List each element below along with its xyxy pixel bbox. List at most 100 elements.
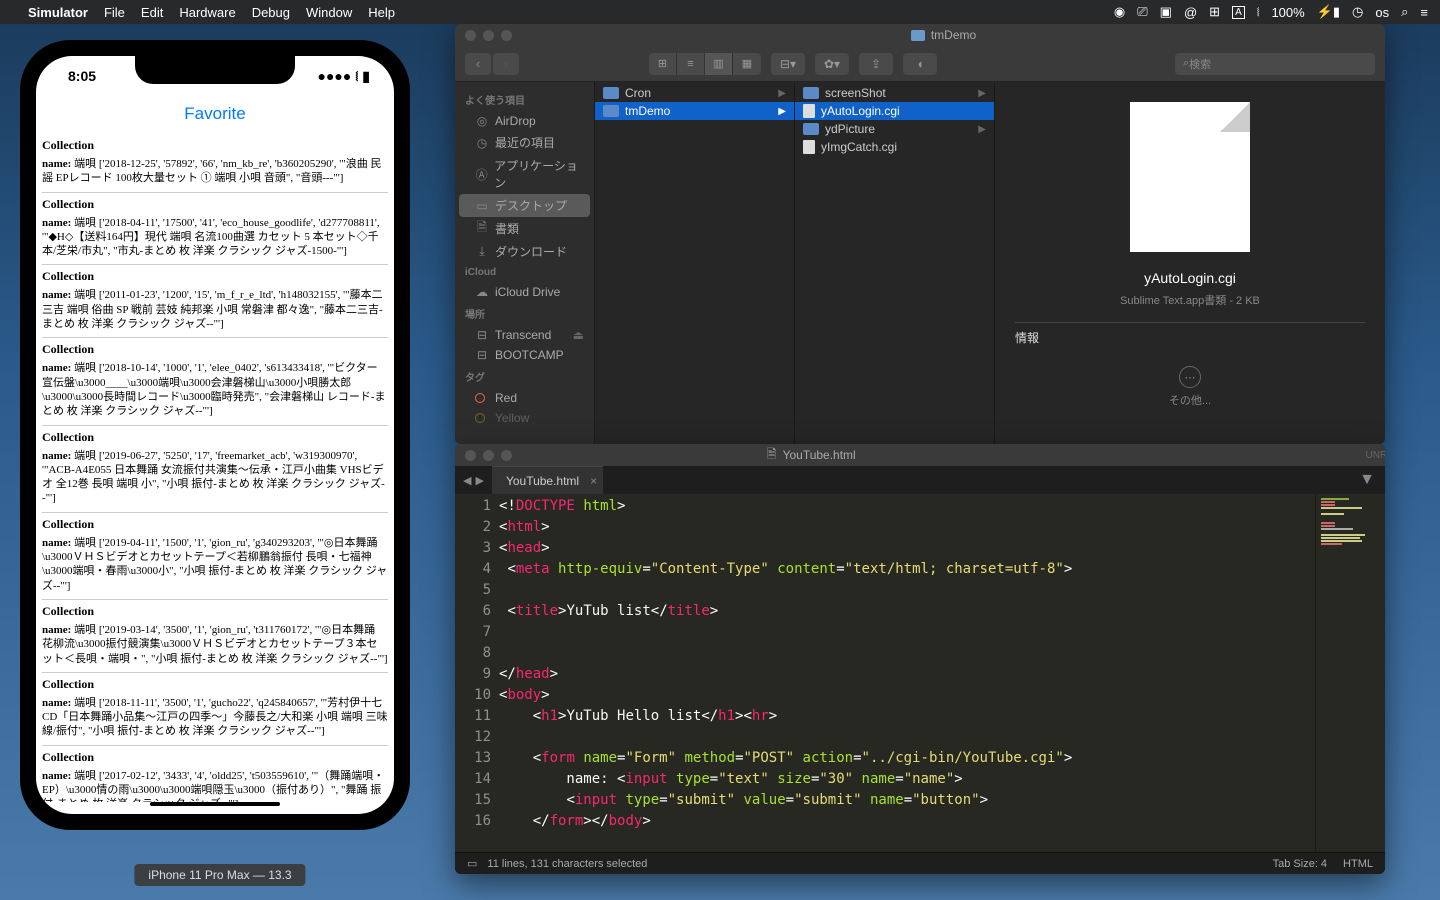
column-item[interactable]: screenShot▶ bbox=[795, 84, 994, 102]
at-icon[interactable]: @ bbox=[1184, 5, 1197, 20]
column-item[interactable]: yImgCatch.cgi bbox=[795, 138, 994, 156]
battery-icon[interactable]: ⚡▮ bbox=[1317, 4, 1340, 20]
sidebar-desktop[interactable]: ▭デスクトップ bbox=[459, 194, 590, 217]
nav-title: Favorite bbox=[36, 96, 394, 134]
sidebar-tag-yellow[interactable]: Yellow bbox=[455, 408, 594, 428]
sidebar-tag-red[interactable]: Red bbox=[455, 388, 594, 408]
sidebar-transcend[interactable]: ⊟Transcend⏏ bbox=[455, 325, 594, 345]
gallery-view-button[interactable]: ▦ bbox=[733, 53, 761, 75]
sidebar-recents[interactable]: ◷最近の項目 bbox=[455, 131, 594, 154]
table-row[interactable]: name: 端唄 ['2018-10-14', '1000', '1', 'el… bbox=[42, 359, 388, 425]
tab-size-button[interactable]: Tab Size: 4 bbox=[1273, 858, 1327, 870]
record-icon[interactable]: ◉ bbox=[1114, 4, 1125, 20]
item-label: screenShot bbox=[825, 86, 886, 100]
app-name[interactable]: Simulator bbox=[28, 5, 88, 20]
notch bbox=[135, 56, 295, 84]
tab-prev-icon[interactable]: ◀ bbox=[463, 474, 471, 487]
status-selection: 11 lines, 131 characters selected bbox=[487, 858, 647, 870]
phone-screen[interactable]: 8:05 ●●●● ⧙ ▮ Favorite Collectionname: 端… bbox=[36, 56, 394, 814]
input-icon[interactable]: A bbox=[1232, 6, 1245, 19]
box-icon[interactable]: ▣ bbox=[1160, 4, 1172, 20]
sidebar-airdrop[interactable]: ◎AirDrop bbox=[455, 111, 594, 131]
sidebar-icloud-drive[interactable]: ☁iCloud Drive bbox=[455, 282, 594, 302]
tab-next-icon[interactable]: ▶ bbox=[475, 474, 483, 487]
minimize-button[interactable] bbox=[483, 30, 494, 41]
table-row[interactable]: name: 端唄 ['2019-03-14', '3500', '1', 'gi… bbox=[42, 621, 388, 673]
menu-help[interactable]: Help bbox=[368, 5, 395, 20]
sidebar-documents[interactable]: 🗎書類 bbox=[455, 217, 594, 240]
sidebar-downloads[interactable]: ⤓ダウンロード bbox=[455, 240, 594, 263]
table-row[interactable]: name: 端唄 ['2011-01-23', '1200', '15', 'm… bbox=[42, 286, 388, 338]
icloud-header: iCloud bbox=[455, 263, 594, 282]
close-icon[interactable]: × bbox=[590, 474, 597, 488]
close-button[interactable] bbox=[465, 450, 476, 461]
recents-icon: ◷ bbox=[475, 136, 489, 150]
hamburger-icon[interactable]: ≡ bbox=[1420, 5, 1428, 20]
close-button[interactable] bbox=[465, 30, 476, 41]
table-row[interactable]: name: 端唄 ['2018-12-25', '57892', '66', '… bbox=[42, 155, 388, 193]
user-label[interactable]: os bbox=[1375, 5, 1389, 20]
console-icon[interactable]: ▭ bbox=[467, 857, 477, 870]
table-row[interactable]: name: 端唄 ['2019-06-27', '5250', '17', 'f… bbox=[42, 447, 388, 513]
red-tag-icon bbox=[475, 393, 485, 403]
menu-hardware[interactable]: Hardware bbox=[179, 5, 235, 20]
forward-button[interactable]: › bbox=[493, 53, 519, 75]
more-label[interactable]: その他... bbox=[1169, 395, 1211, 407]
list-view-button[interactable]: ≡ bbox=[677, 53, 705, 75]
device-label: iPhone 11 Pro Max — 13.3 bbox=[134, 864, 305, 886]
code-area[interactable]: <!DOCTYPE html><html><head> <meta http-e… bbox=[499, 494, 1315, 852]
back-button[interactable]: ‹ bbox=[465, 53, 491, 75]
table-row[interactable]: name: 端唄 ['2018-11-11', '3500', '1', 'gu… bbox=[42, 694, 388, 746]
tag-button[interactable]: ◖ bbox=[903, 53, 937, 75]
menu-window[interactable]: Window bbox=[306, 5, 352, 20]
icon-view-button[interactable]: ⊞ bbox=[649, 53, 677, 75]
zoom-button[interactable] bbox=[501, 30, 512, 41]
layout-icon[interactable]: ⊞ bbox=[1209, 4, 1220, 20]
action-button[interactable]: ✿▾ bbox=[815, 53, 849, 75]
column-1: Cron▶tmDemo▶ bbox=[595, 82, 795, 444]
column-item[interactable]: tmDemo▶ bbox=[595, 102, 794, 120]
syntax-button[interactable]: HTML bbox=[1343, 858, 1373, 870]
menu-debug[interactable]: Debug bbox=[252, 5, 290, 20]
sidebar-applications[interactable]: Ⓐアプリケーション bbox=[455, 154, 594, 194]
folder-icon bbox=[603, 87, 619, 99]
section-header: Collection bbox=[42, 134, 388, 155]
zoom-button[interactable] bbox=[501, 450, 512, 461]
file-tab[interactable]: YouTube.html × bbox=[492, 466, 603, 494]
share-button[interactable]: ⇪ bbox=[859, 53, 893, 75]
wifi-icon[interactable]: ⧙ bbox=[1257, 4, 1260, 20]
minimap[interactable] bbox=[1315, 494, 1385, 852]
table-row[interactable]: name: 端唄 ['2018-04-11', '17500', '41', '… bbox=[42, 214, 388, 266]
finder-titlebar[interactable]: tmDemo bbox=[455, 24, 1385, 46]
tab-menu-icon[interactable]: ▼ bbox=[1349, 466, 1385, 494]
more-icon[interactable]: ⋯ bbox=[1179, 366, 1201, 388]
document-icon bbox=[803, 104, 815, 118]
column-item[interactable]: Cron▶ bbox=[595, 84, 794, 102]
screen-icon[interactable]: ⎚ bbox=[1137, 4, 1147, 20]
minimize-button[interactable] bbox=[483, 450, 494, 461]
eject-icon[interactable]: ⏏ bbox=[573, 328, 584, 342]
menu-edit[interactable]: Edit bbox=[141, 5, 163, 20]
preview-pane: yAutoLogin.cgi Sublime Text.app書類 - 2 KB… bbox=[995, 82, 1385, 444]
column-item[interactable]: yAutoLogin.cgi bbox=[795, 102, 994, 120]
table-view[interactable]: Collectionname: 端唄 ['2018-12-25', '57892… bbox=[36, 134, 394, 802]
table-row[interactable]: name: 端唄 ['2019-04-11', '1500', '1', 'gi… bbox=[42, 534, 388, 600]
column-item[interactable]: ydPicture▶ bbox=[795, 120, 994, 138]
arrange-button[interactable]: ⊟▾ bbox=[771, 53, 805, 75]
folder-icon bbox=[803, 87, 819, 99]
editor-body[interactable]: 12345678910111213141516 <!DOCTYPE html><… bbox=[455, 494, 1385, 852]
column-view-button[interactable]: ▥ bbox=[705, 53, 733, 75]
window-title: tmDemo bbox=[931, 28, 976, 42]
item-label: Cron bbox=[625, 86, 651, 100]
tab-label: YouTube.html bbox=[506, 474, 579, 488]
spotlight-icon[interactable]: ⌕ bbox=[1401, 4, 1408, 20]
home-indicator[interactable] bbox=[150, 802, 280, 806]
search-input[interactable]: ⌕ 検索 bbox=[1175, 53, 1375, 75]
editor-titlebar[interactable]: 🗎YouTube.html UNREGISTERED bbox=[455, 444, 1385, 466]
menu-file[interactable]: File bbox=[104, 5, 125, 20]
folder-icon bbox=[803, 123, 819, 135]
clock-icon[interactable]: ◷ bbox=[1352, 4, 1363, 20]
table-row[interactable]: name: 端唄 ['2017-02-12', '3433', '4', 'ol… bbox=[42, 767, 388, 802]
chevron-right-icon: ▶ bbox=[978, 124, 986, 135]
sidebar-bootcamp[interactable]: ⊟BOOTCAMP bbox=[455, 345, 594, 365]
